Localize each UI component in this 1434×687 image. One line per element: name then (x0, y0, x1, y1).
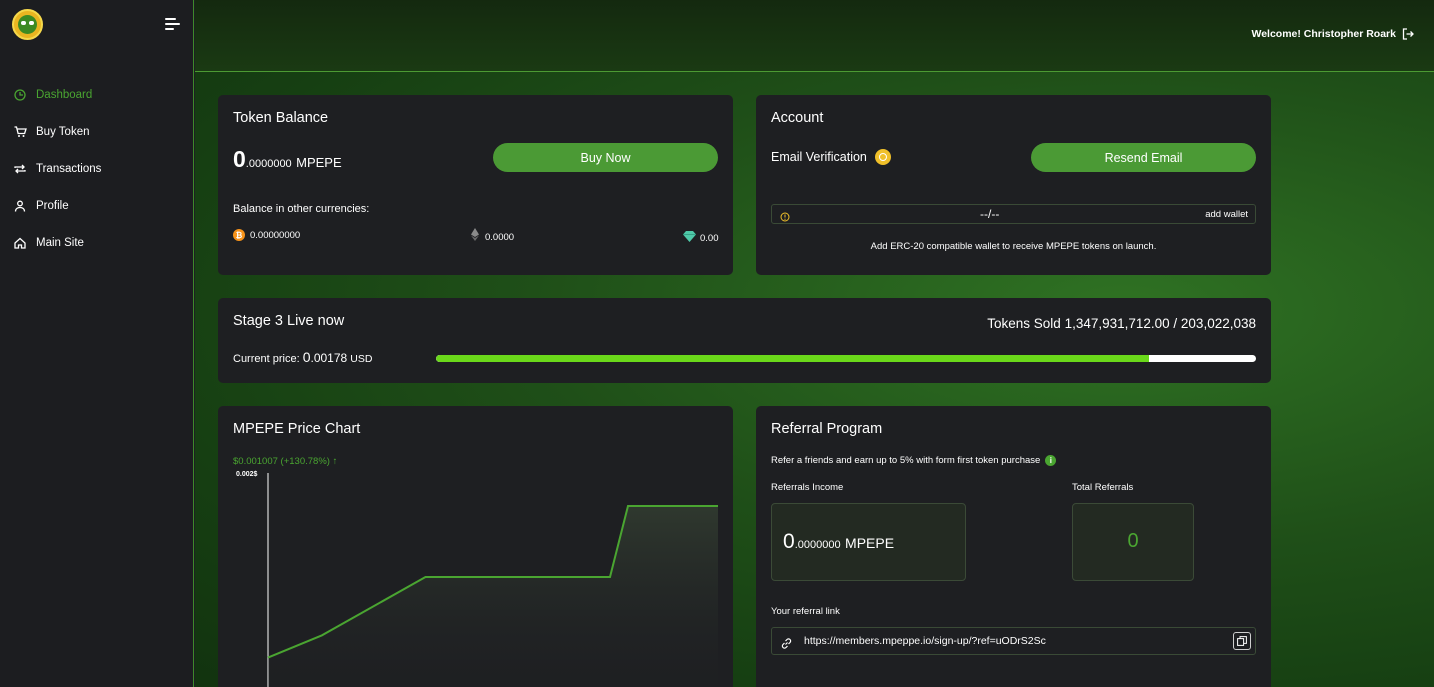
menu-toggle-icon[interactable] (165, 17, 180, 31)
stage-progress-fill (436, 355, 1150, 362)
sidebar-item-label: Dashboard (36, 88, 93, 101)
sidebar-item-dashboard[interactable]: Dashboard (0, 76, 193, 113)
sidebar-item-buy-token[interactable]: Buy Token (0, 113, 193, 150)
y-tick-label: 0.002$ (236, 471, 258, 478)
wallet-input[interactable]: --/-- add wallet (771, 204, 1256, 224)
account-card: Account Email Verification Resend Email … (756, 95, 1271, 275)
stage-card: Stage 3 Live now Current price: 0.00178 … (218, 298, 1271, 383)
card-title: Token Balance (233, 110, 329, 126)
card-title: Referral Program (771, 421, 883, 437)
repeat-icon (13, 162, 27, 176)
other-currencies-label: Balance in other currencies: (233, 203, 370, 215)
logout-icon[interactable] (1402, 27, 1414, 40)
btc-balance: ₿ 0.00000000 (233, 229, 300, 241)
stage-progress-bar (436, 355, 1256, 362)
eth-balance: 0.0000 (471, 228, 514, 246)
sidebar-item-transactions[interactable]: Transactions (0, 150, 193, 187)
wallet-address: --/-- (980, 207, 1000, 221)
wallet-note: Add ERC-20 compatible wallet to receive … (870, 241, 1157, 252)
email-verification: Email Verification (771, 149, 891, 165)
bitcoin-icon: ₿ (233, 229, 245, 241)
referral-link-label: Your referral link (771, 606, 840, 617)
sidebar: Dashboard Buy Token Transactions Profile… (0, 0, 194, 687)
home-icon (13, 236, 27, 250)
add-wallet-link[interactable]: add wallet (1205, 209, 1248, 220)
welcome-text: Welcome! Christopher Roark (1251, 28, 1396, 40)
info-icon[interactable]: i (1045, 455, 1057, 466)
warning-icon (874, 149, 891, 165)
link-icon (781, 636, 792, 654)
token-balance-amount: 0.0000000 MPEPE (233, 146, 342, 172)
top-bar: Welcome! Christopher Roark (195, 0, 1434, 72)
current-price: Current price: 0.00178 USD (233, 349, 373, 365)
total-referrals-label: Total Referrals (1072, 482, 1134, 493)
cart-icon (13, 125, 27, 139)
info-icon (780, 209, 790, 227)
clock-icon (13, 88, 27, 102)
price-chart: 0.002$ (236, 471, 718, 687)
sidebar-nav: Dashboard Buy Token Transactions Profile… (0, 76, 193, 261)
ethereum-icon (471, 228, 479, 246)
price-chart-card: MPEPE Price Chart $0.001007 (+130.78%) ↑… (218, 406, 733, 687)
sidebar-item-label: Buy Token (36, 125, 90, 138)
referral-link: https://members.mpeppe.io/sign-up/?ref=u… (804, 635, 1046, 647)
referrals-income-box: 0.0000000 MPEPE (771, 503, 966, 581)
brand-logo[interactable] (12, 9, 43, 40)
sidebar-item-label: Profile (36, 199, 69, 212)
user-icon (13, 199, 27, 213)
diamond-icon (683, 229, 696, 247)
sidebar-item-profile[interactable]: Profile (0, 187, 193, 224)
buy-now-button[interactable]: Buy Now (493, 143, 718, 172)
total-referrals-box: 0 (1072, 503, 1194, 581)
card-title: Account (771, 110, 824, 126)
tokens-sold: Tokens Sold 1,347,931,712.00 / 203,022,0… (987, 316, 1256, 331)
sidebar-item-main-site[interactable]: Main Site (0, 224, 193, 261)
sidebar-item-label: Transactions (36, 162, 102, 175)
copy-icon[interactable] (1233, 632, 1251, 650)
resend-email-button[interactable]: Resend Email (1031, 143, 1256, 172)
referral-link-field[interactable]: https://members.mpeppe.io/sign-up/?ref=u… (771, 627, 1256, 655)
frog-icon (18, 15, 37, 34)
card-title: MPEPE Price Chart (233, 421, 361, 437)
main-content: Welcome! Christopher Roark Token Balance… (195, 0, 1434, 687)
usdt-balance: 0.00 (683, 229, 719, 247)
token-balance-card: Token Balance 0.0000000 MPEPE Buy Now Ba… (218, 95, 733, 275)
referral-subtitle: Refer a friends and earn up to 5% with f… (771, 455, 1057, 466)
referral-card: Referral Program Refer a friends and ear… (756, 406, 1271, 687)
sidebar-item-label: Main Site (36, 236, 84, 249)
stage-title: Stage 3 Live now (233, 313, 345, 329)
referrals-income-label: Referrals Income (771, 482, 844, 493)
price-area (268, 506, 718, 687)
